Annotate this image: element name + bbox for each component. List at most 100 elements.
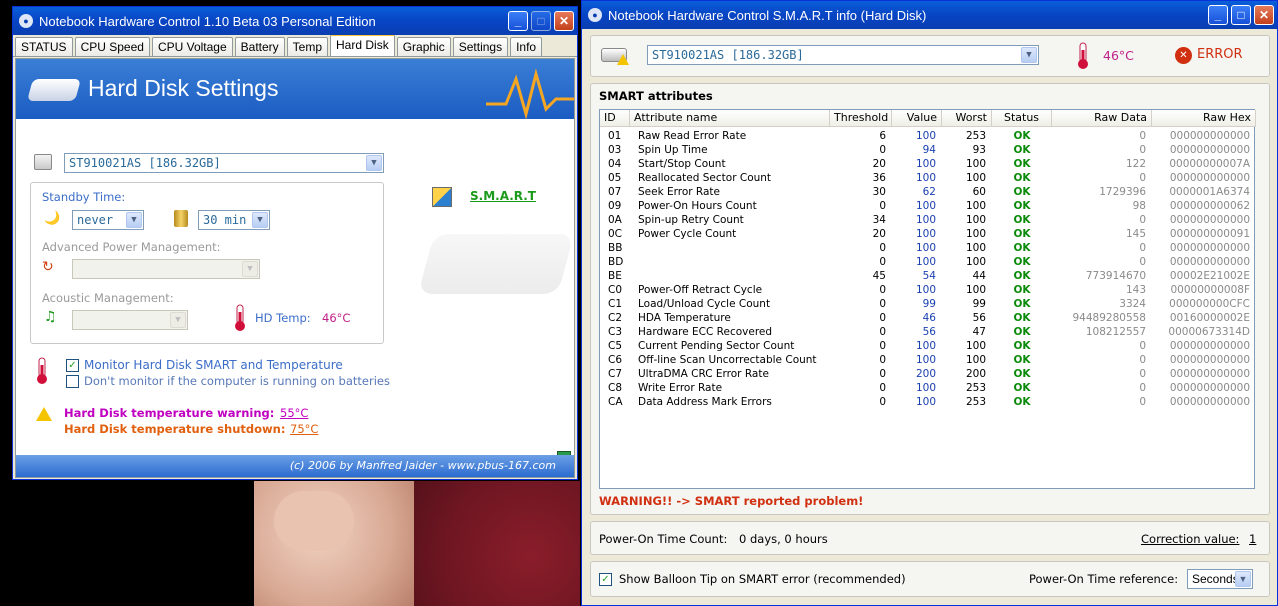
table-row[interactable]: 03 Spin Up Time 0 94 93 OK 0 000000000000 bbox=[600, 143, 1256, 157]
tab-battery[interactable]: Battery bbox=[234, 37, 285, 56]
close-button[interactable]: ✕ bbox=[1254, 5, 1274, 25]
attr-threshold: 0 bbox=[879, 144, 886, 156]
standby-select-2[interactable]: 30 min ▼ bbox=[198, 210, 270, 230]
correction-label[interactable]: Correction value: bbox=[1141, 532, 1239, 546]
disk-temp-value: 46°C bbox=[1103, 48, 1134, 63]
power-on-ref-select[interactable]: Seconds ▼ bbox=[1187, 569, 1253, 589]
table-row[interactable]: C0 Power-Off Retract Cycle 0 100 100 OK 143 000… bbox=[600, 283, 1256, 297]
correction-value[interactable]: 1 bbox=[1249, 532, 1256, 546]
column-header[interactable]: Threshold bbox=[830, 110, 892, 127]
chevron-down-icon[interactable]: ▼ bbox=[1021, 47, 1037, 63]
table-row[interactable]: C8 Write Error Rate 0 100 253 OK 0 000000000000 bbox=[600, 381, 1256, 395]
attr-raw-hex: 00000673314D bbox=[1168, 326, 1250, 338]
table-row[interactable]: C5 Current Pending Sector Count 0 100 100 OK 0… bbox=[600, 339, 1256, 353]
disk-select[interactable]: ST910021AS [186.32GB] ▼ bbox=[647, 45, 1039, 65]
attr-worst: 100 bbox=[965, 354, 986, 366]
attr-worst: 100 bbox=[965, 200, 986, 212]
column-header[interactable]: Attribute name bbox=[630, 110, 830, 127]
thermometer-icon bbox=[1078, 42, 1088, 69]
maximize-button[interactable]: □ bbox=[1231, 5, 1251, 25]
attr-raw-hex: 00002E21002E bbox=[1169, 270, 1250, 282]
attr-raw-data: 0 bbox=[1139, 144, 1146, 156]
attr-name: Power-On Hours Count bbox=[638, 200, 757, 212]
apm-select[interactable]: ▼ bbox=[72, 259, 260, 279]
title-bar[interactable]: ● Notebook Hardware Control 1.10 Beta 03… bbox=[13, 7, 577, 35]
table-row[interactable]: 0A Spin-up Retry Count 34 100 100 OK 0 00000000… bbox=[600, 213, 1256, 227]
smart-link[interactable]: S.M.A.R.T bbox=[470, 189, 536, 203]
table-row[interactable]: 01 Raw Read Error Rate 6 100 253 OK 0 000000000… bbox=[600, 129, 1256, 143]
tab-temp[interactable]: Temp bbox=[286, 37, 329, 56]
attr-raw-data: 94489280558 bbox=[1072, 312, 1147, 324]
table-row[interactable]: C3 Hardware ECC Recovered 0 56 47 OK 108212557… bbox=[600, 325, 1256, 339]
chevron-down-icon[interactable]: ▼ bbox=[1235, 571, 1251, 587]
attr-status: OK bbox=[1013, 284, 1031, 296]
standby-label: Standby Time: bbox=[42, 190, 126, 204]
tab-cpu-speed[interactable]: CPU Speed bbox=[74, 37, 150, 56]
monitor-smart-checkbox[interactable]: ✓ bbox=[66, 359, 79, 372]
balloon-tip-checkbox[interactable]: ✓ bbox=[599, 573, 612, 586]
column-header[interactable]: Raw Data bbox=[1052, 110, 1152, 127]
tab-info[interactable]: Info bbox=[510, 37, 543, 56]
smart-table[interactable]: ID Attribute name Threshold Value Worst Statu… bbox=[599, 109, 1256, 489]
minimize-button[interactable]: _ bbox=[1208, 5, 1228, 25]
chevron-down-icon[interactable]: ▼ bbox=[366, 155, 382, 171]
close-button[interactable]: ✕ bbox=[554, 11, 574, 31]
table-row[interactable]: C1 Load/Unload Cycle Count 0 99 99 OK 3324 0000… bbox=[600, 297, 1256, 311]
attr-raw-hex: 000000000000 bbox=[1169, 242, 1250, 254]
table-row[interactable]: 0C Power Cycle Count 20 100 100 OK 145 00000000… bbox=[600, 227, 1256, 241]
table-row[interactable]: 07 Seek Error Rate 30 62 60 OK 1729396 0000001A… bbox=[600, 185, 1256, 199]
column-header[interactable]: ID bbox=[600, 110, 630, 127]
title-bar[interactable]: ● Notebook Hardware Control S.M.A.R.T in… bbox=[582, 1, 1277, 29]
watermark-disk bbox=[417, 234, 575, 294]
table-row[interactable]: C7 UltraDMA CRC Error Rate 0 200 200 OK 0 00000… bbox=[600, 367, 1256, 381]
table-row[interactable]: C2 HDA Temperature 0 46 56 OK 94489280558 00160… bbox=[600, 311, 1256, 325]
table-row[interactable]: CA Data Address Mark Errors 0 100 253 OK 0 0000… bbox=[600, 395, 1256, 409]
disk-select[interactable]: ST910021AS [186.32GB] ▼ bbox=[64, 153, 384, 173]
attr-status: OK bbox=[1013, 144, 1031, 156]
column-header[interactable]: Value bbox=[892, 110, 942, 127]
table-row[interactable]: 04 Start/Stop Count 20 100 100 OK 122 000000000… bbox=[600, 157, 1256, 171]
tab-settings[interactable]: Settings bbox=[452, 37, 509, 56]
attr-value: 100 bbox=[915, 158, 936, 170]
tab-status[interactable]: STATUS bbox=[15, 37, 73, 56]
temp-warning-value[interactable]: 55°C bbox=[280, 406, 308, 420]
tab-cpu-voltage[interactable]: CPU Voltage bbox=[151, 37, 233, 56]
maximize-button[interactable]: □ bbox=[531, 11, 551, 31]
attr-worst: 100 bbox=[965, 340, 986, 352]
chevron-down-icon[interactable]: ▼ bbox=[170, 312, 186, 328]
tab-hard-disk[interactable]: Hard Disk bbox=[330, 34, 395, 56]
table-row[interactable]: C6 Off-line Scan Uncorrectable Count 0 100 1… bbox=[600, 353, 1256, 367]
pulse-icon bbox=[486, 69, 574, 119]
no-battery-checkbox[interactable] bbox=[66, 375, 79, 388]
chevron-down-icon[interactable]: ▼ bbox=[242, 261, 258, 277]
attr-threshold: 20 bbox=[872, 228, 886, 240]
table-row[interactable]: 05 Reallocated Sector Count 36 100 100 OK 0 000… bbox=[600, 171, 1256, 185]
table-row[interactable]: BE 45 54 44 OK 773914670 00002E21002E bbox=[600, 269, 1256, 283]
standby-select-1[interactable]: never ▼ bbox=[72, 210, 144, 230]
power-on-value: 0 days, 0 hours bbox=[739, 532, 828, 546]
temp-shutdown-value[interactable]: 75°C bbox=[290, 422, 318, 436]
attr-raw-data: 0 bbox=[1139, 256, 1146, 268]
chevron-down-icon[interactable]: ▼ bbox=[252, 212, 268, 228]
attr-raw-data: 145 bbox=[1125, 228, 1146, 240]
table-row[interactable]: BB 0 100 100 OK 0 000000000000 bbox=[600, 241, 1256, 255]
attr-id: 0A bbox=[608, 214, 622, 226]
column-header[interactable]: Status bbox=[992, 110, 1052, 127]
attr-worst: 100 bbox=[965, 256, 986, 268]
attr-worst: 100 bbox=[965, 284, 986, 296]
minimize-button[interactable]: _ bbox=[508, 11, 528, 31]
tab-graphic[interactable]: Graphic bbox=[396, 37, 451, 56]
table-row[interactable]: BD 0 100 100 OK 0 000000000000 bbox=[600, 255, 1256, 269]
attr-raw-data: 0 bbox=[1139, 382, 1146, 394]
attr-raw-data: 0 bbox=[1139, 242, 1146, 254]
attr-threshold: 0 bbox=[879, 326, 886, 338]
attr-threshold: 0 bbox=[879, 312, 886, 324]
attr-status: OK bbox=[1013, 172, 1031, 184]
column-header[interactable]: Worst bbox=[942, 110, 992, 127]
acoustic-select[interactable]: ▼ bbox=[72, 310, 188, 330]
attr-raw-data: 1729396 bbox=[1099, 186, 1146, 198]
table-row[interactable]: 09 Power-On Hours Count 0 100 100 OK 98 0000000… bbox=[600, 199, 1256, 213]
column-header[interactable]: Raw Hex bbox=[1152, 110, 1256, 127]
chevron-down-icon[interactable]: ▼ bbox=[126, 212, 142, 228]
attr-status: OK bbox=[1013, 228, 1031, 240]
